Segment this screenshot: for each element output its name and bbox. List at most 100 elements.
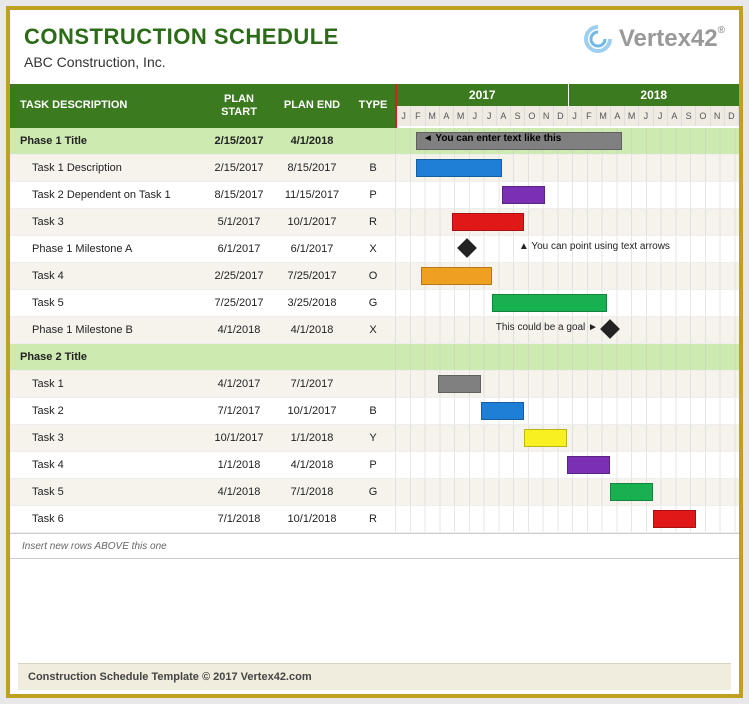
cell-start[interactable]: 10/1/2017 [205,432,273,444]
cell-end[interactable]: 1/1/2018 [273,432,351,444]
cell-type[interactable]: P [351,459,395,471]
year-2018[interactable]: 2018 [568,84,740,106]
cell-start[interactable]: 5/1/2017 [205,216,273,228]
cell-type[interactable]: B [351,162,395,174]
cell-task[interactable]: Task 1 [10,378,205,390]
month-label[interactable]: J [468,106,482,126]
col-header-start[interactable]: PLAN START [205,93,273,119]
month-label[interactable]: J [654,106,668,126]
task-row[interactable]: Task 2 Dependent on Task 18/15/201711/15… [10,182,739,209]
task-row[interactable]: Task 54/1/20187/1/2018G [10,479,739,506]
month-label[interactable]: S [511,106,525,126]
month-label[interactable]: O [525,106,539,126]
cell-task[interactable]: Task 1 Description [10,162,205,174]
cell-task[interactable]: Task 4 [10,270,205,282]
cell-start[interactable]: 8/15/2017 [205,189,273,201]
cell-end[interactable]: 10/1/2018 [273,513,351,525]
month-label[interactable]: A [611,106,625,126]
cell-task[interactable]: Task 4 [10,459,205,471]
cell-type[interactable]: X [351,243,395,255]
cell-type[interactable]: G [351,297,395,309]
phase-row[interactable]: Phase 2 Title [10,344,739,371]
task-row[interactable]: Task 14/1/20177/1/2017 [10,371,739,398]
col-header-task[interactable]: TASK DESCRIPTION [10,99,205,112]
cell-end[interactable]: 4/1/2018 [273,459,351,471]
month-label[interactable]: J [568,106,582,126]
month-label[interactable]: A [497,106,511,126]
cell-end[interactable]: 10/1/2017 [273,405,351,417]
month-label[interactable]: A [440,106,454,126]
cell-type[interactable]: B [351,405,395,417]
cell-start[interactable]: 2/15/2017 [205,162,273,174]
col-header-type[interactable]: TYPE [351,99,395,112]
col-header-end[interactable]: PLAN END [273,99,351,112]
task-row[interactable]: Task 57/25/20173/25/2018G [10,290,739,317]
task-row[interactable]: Task 42/25/20177/25/2017O [10,263,739,290]
cell-type[interactable]: G [351,486,395,498]
cell-task[interactable]: Task 2 [10,405,205,417]
cell-end[interactable]: 6/1/2017 [273,243,351,255]
cell-start[interactable]: 7/1/2018 [205,513,273,525]
cell-task[interactable]: Phase 1 Milestone B [10,324,205,336]
cell-end[interactable]: 7/1/2017 [273,378,351,390]
cell-task[interactable]: Phase 1 Milestone A [10,243,205,255]
cell-end[interactable]: 4/1/2018 [273,324,351,336]
cell-start[interactable]: 2/15/2017 [205,135,273,147]
task-row[interactable]: Phase 1 Milestone A6/1/20176/1/2017X▲ Yo… [10,236,739,263]
cell-start[interactable]: 1/1/2018 [205,459,273,471]
cell-start[interactable]: 7/1/2017 [205,405,273,417]
cell-type[interactable]: O [351,270,395,282]
cell-task[interactable]: Task 2 Dependent on Task 1 [10,189,205,201]
cell-end[interactable]: 11/15/2017 [273,189,351,201]
cell-task[interactable]: Phase 2 Title [10,351,205,363]
cell-task[interactable]: Task 3 [10,432,205,444]
cell-end[interactable]: 3/25/2018 [273,297,351,309]
cell-start[interactable]: 2/25/2017 [205,270,273,282]
month-label[interactable]: S [682,106,696,126]
month-label[interactable]: J [483,106,497,126]
phase-row[interactable]: Phase 1 Title2/15/20174/1/2018◄ You can … [10,128,739,155]
month-label[interactable]: M [426,106,440,126]
month-label[interactable]: D [725,106,739,126]
cell-task[interactable]: Task 5 [10,297,205,309]
month-label[interactable]: N [711,106,725,126]
task-row[interactable]: Task 310/1/20171/1/2018Y [10,425,739,452]
cell-end[interactable]: 10/1/2017 [273,216,351,228]
task-row[interactable]: Task 27/1/201710/1/2017B [10,398,739,425]
cell-end[interactable]: 8/15/2017 [273,162,351,174]
cell-start[interactable]: 4/1/2017 [205,378,273,390]
month-label[interactable]: J [639,106,653,126]
cell-type[interactable]: R [351,216,395,228]
month-label[interactable]: D [554,106,568,126]
task-row[interactable]: Task 35/1/201710/1/2017R [10,209,739,236]
month-label[interactable]: M [597,106,611,126]
month-label[interactable]: A [668,106,682,126]
cell-type[interactable]: P [351,189,395,201]
month-label[interactable]: M [625,106,639,126]
insert-instruction-row[interactable]: Insert new rows ABOVE this one [10,533,739,559]
task-row[interactable]: Phase 1 Milestone B4/1/20184/1/2018XThis… [10,317,739,344]
month-label[interactable]: F [411,106,425,126]
cell-start[interactable]: 6/1/2017 [205,243,273,255]
cell-task[interactable]: Task 6 [10,513,205,525]
cell-end[interactable]: 7/25/2017 [273,270,351,282]
month-label[interactable]: N [540,106,554,126]
cell-start[interactable]: 4/1/2018 [205,324,273,336]
cell-end[interactable]: 7/1/2018 [273,486,351,498]
cell-task[interactable]: Task 5 [10,486,205,498]
cell-type[interactable]: Y [351,432,395,444]
month-label[interactable]: F [582,106,596,126]
cell-type[interactable]: X [351,324,395,336]
month-label[interactable]: J [397,106,411,126]
task-row[interactable]: Task 1 Description2/15/20178/15/2017B [10,155,739,182]
year-2017[interactable]: 2017 [397,84,568,106]
cell-type[interactable]: R [351,513,395,525]
month-label[interactable]: M [454,106,468,126]
cell-task[interactable]: Phase 1 Title [10,135,205,147]
cell-start[interactable]: 7/25/2017 [205,297,273,309]
cell-start[interactable]: 4/1/2018 [205,486,273,498]
task-row[interactable]: Task 67/1/201810/1/2018R [10,506,739,533]
cell-end[interactable]: 4/1/2018 [273,135,351,147]
task-row[interactable]: Task 41/1/20184/1/2018P [10,452,739,479]
month-label[interactable]: O [696,106,710,126]
